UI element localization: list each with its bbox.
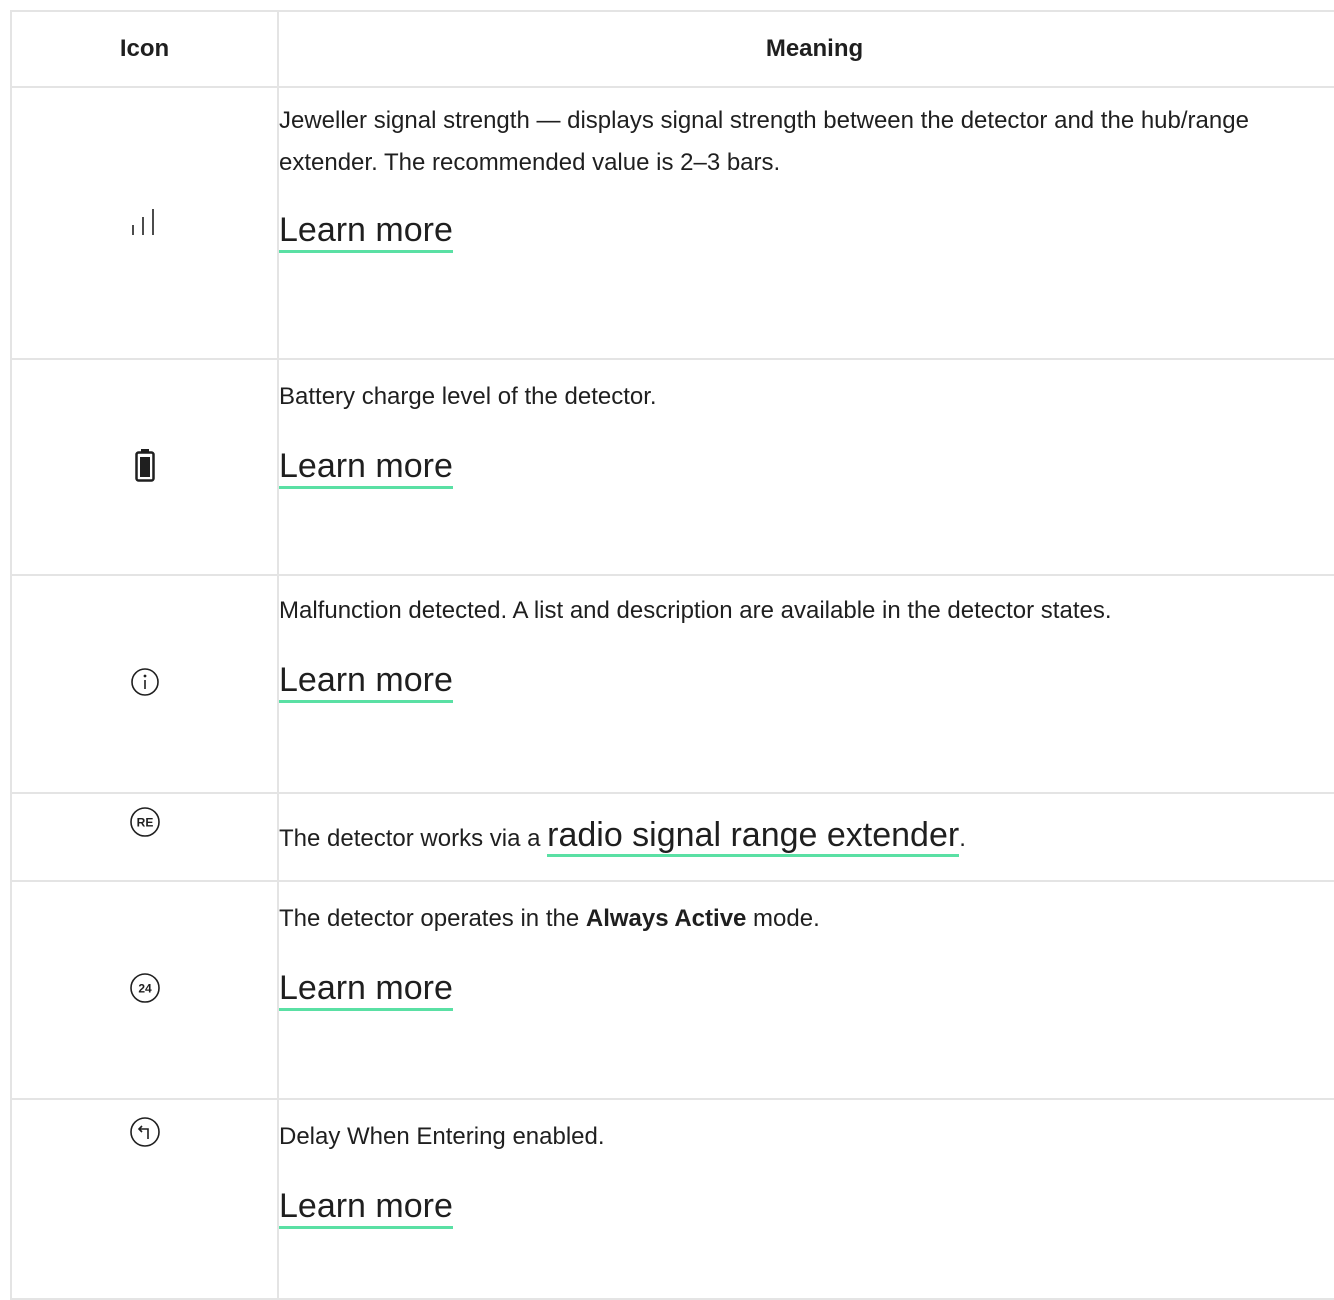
mode-name: Always Active [585,905,747,932]
row-description: Delay When Entering enabled. [279,1123,605,1150]
icon-cell: 24 [10,880,279,1100]
meaning-cell: The detector works via a radio signal ra… [277,792,1334,882]
icon-cell [10,1098,279,1300]
table-row: Battery charge level of the detector. Le… [10,358,1334,576]
table-row: RE The detector works via a radio signal… [10,792,1334,882]
learn-more-link[interactable]: Learn more [279,210,453,253]
table-row: Delay When Entering enabled. Learn more [10,1098,1334,1300]
battery-icon [134,448,155,487]
learn-more-link[interactable]: Learn more [279,968,453,1011]
icon-cell [10,358,279,576]
table-header-row: Icon Meaning [10,10,1334,88]
meaning-cell: The detector operates in the Always Acti… [277,880,1334,1100]
meaning-cell: Delay When Entering enabled. Learn more [277,1098,1334,1300]
row-description-text: The detector works via a [279,825,548,852]
icon-legend-table: Icon Meaning Jeweller signal strength — … [10,10,1334,1300]
signal-strength-icon [130,205,160,242]
icon-cell [10,574,279,794]
learn-more-link[interactable]: Learn more [279,660,453,703]
range-extender-icon-text: RE [136,816,153,830]
range-extender-icon: RE [129,806,161,843]
meaning-cell: Jeweller signal strength — displays sign… [277,86,1334,360]
row-description-text: The detector operates in the [279,905,586,932]
icon-column-header: Icon [10,10,279,88]
row-description: The detector works via a radio signal ra… [279,813,1334,861]
meaning-cell: Malfunction detected. A list and descrip… [277,574,1334,794]
table-row: Jeweller signal strength — displays sign… [10,86,1334,360]
meaning-cell: Battery charge level of the detector. Le… [277,358,1334,576]
learn-more-link[interactable]: Learn more [279,1186,453,1229]
row-description-suffix: . [959,825,966,852]
always-active-icon: 24 [129,972,161,1009]
row-description: Malfunction detected. A list and descrip… [279,597,1112,624]
entry-delay-icon [129,1116,161,1153]
icon-cell [10,86,279,360]
row-description: The detector operates in the Always Acti… [279,898,1334,940]
info-icon [130,667,160,702]
range-extender-link[interactable]: radio signal range extender [547,816,960,857]
table-row: Malfunction detected. A list and descrip… [10,574,1334,794]
icon-cell: RE [10,792,279,882]
row-description-suffix: mode. [746,905,820,932]
row-description: Battery charge level of the detector. [279,383,657,410]
row-description: Jeweller signal strength — displays sign… [279,107,1249,176]
always-active-icon-text: 24 [138,981,152,995]
table-row: 24 The detector operates in the Always A… [10,880,1334,1100]
learn-more-link[interactable]: Learn more [279,446,453,489]
meaning-column-header: Meaning [277,10,1334,88]
